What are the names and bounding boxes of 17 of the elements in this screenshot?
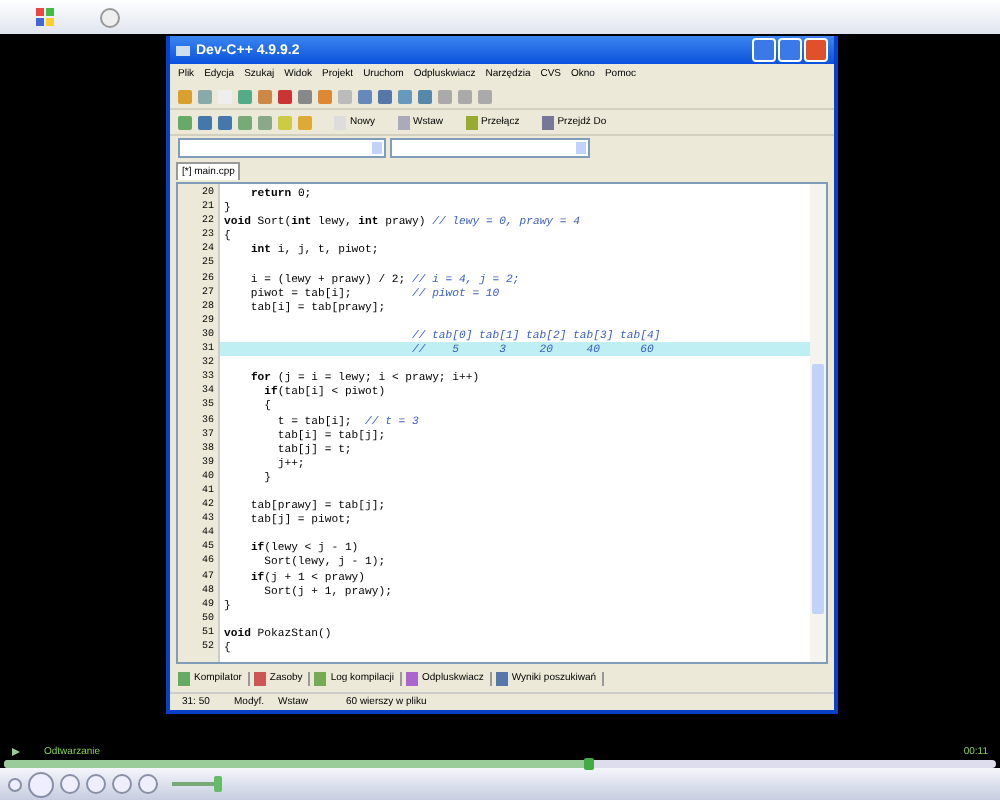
next-button[interactable] (112, 774, 132, 794)
close-button[interactable] (804, 38, 828, 62)
volume-thumb[interactable] (213, 776, 222, 792)
pause-button[interactable] (28, 771, 54, 797)
seek-thumb[interactable] (583, 758, 594, 770)
class-dropdown[interactable] (178, 138, 386, 158)
minimize-button[interactable] (752, 38, 776, 62)
back-button[interactable] (100, 7, 120, 27)
rewind-button[interactable] (8, 777, 22, 791)
window-icon (176, 45, 190, 55)
flag-icon (36, 7, 56, 27)
maximize-button[interactable] (778, 38, 802, 62)
previous-button[interactable] (86, 774, 106, 794)
member-dropdown[interactable] (390, 138, 590, 158)
mute-button[interactable] (138, 774, 158, 794)
scrollbar[interactable] (810, 184, 826, 662)
stop-button[interactable] (60, 774, 80, 794)
